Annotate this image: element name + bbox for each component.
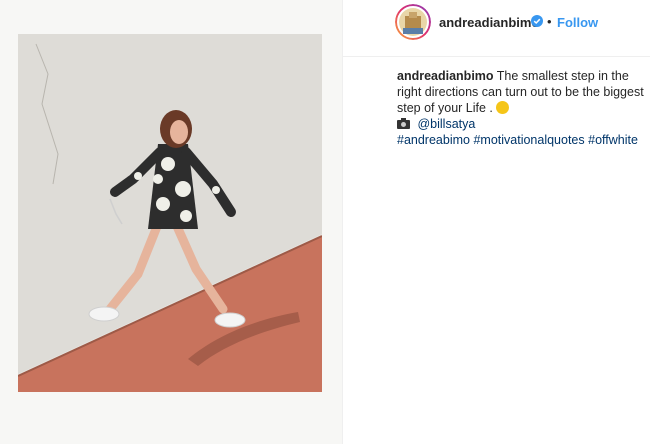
face-emoji-icon <box>496 101 510 114</box>
hashtag-link[interactable]: #andreabimo <box>397 133 470 147</box>
header-username[interactable]: andreadianbimo <box>439 15 539 30</box>
follow-button[interactable]: Follow <box>557 15 598 30</box>
post-image[interactable] <box>0 0 343 444</box>
camera-emoji-icon <box>397 118 410 129</box>
post-photo-art <box>18 34 322 392</box>
verified-badge-icon <box>531 15 543 27</box>
credit-link[interactable]: @billsatya <box>417 117 475 131</box>
header-separator: • <box>547 14 552 29</box>
post-header: andreadianbimo • Follow <box>343 0 650 57</box>
caption-username[interactable]: andreadianbimo <box>397 69 494 83</box>
caption: andreadianbimo The smallest step in the … <box>397 68 647 148</box>
hashtag-link[interactable]: #motivationalquotes <box>473 133 584 147</box>
avatar-image <box>395 4 431 40</box>
avatar[interactable] <box>395 4 431 40</box>
post-photo <box>18 34 322 392</box>
post-side-panel: andreadianbimo • Follow andreadianbimo T… <box>343 0 650 444</box>
hashtag-link[interactable]: #offwhite <box>588 133 638 147</box>
